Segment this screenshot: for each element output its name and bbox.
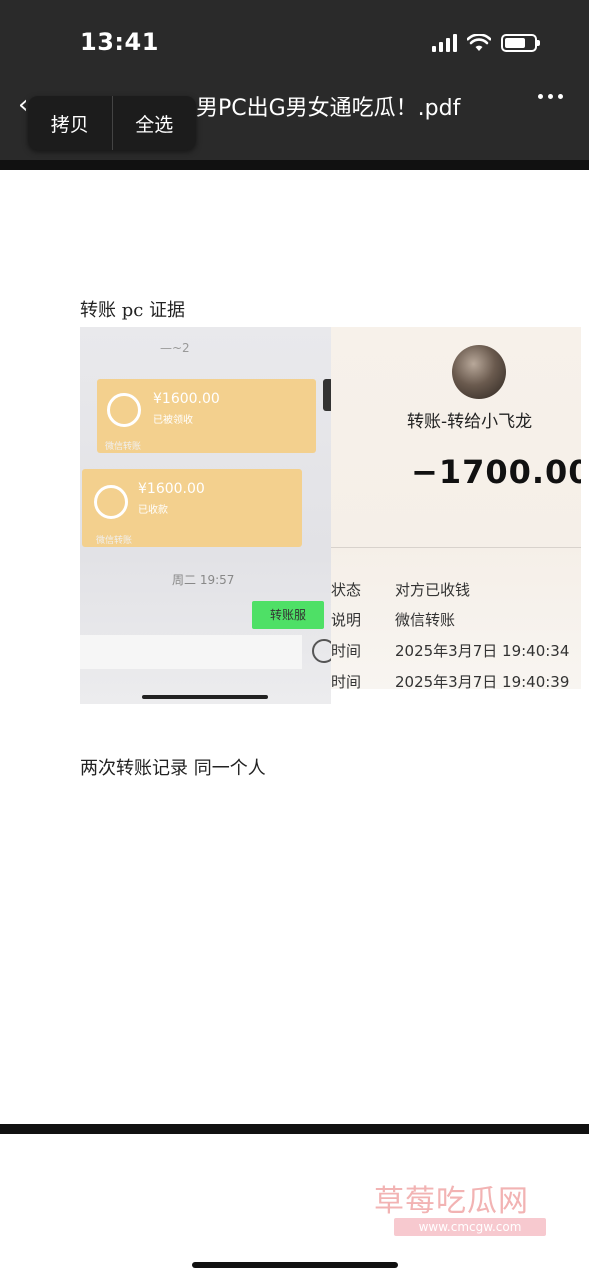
evidence-photo-right: 转账-转给小飞龙 −1700.00 状态 对方已收钱 说明 微信转账 时间 20… — [331, 327, 581, 689]
detail-divider — [331, 547, 581, 548]
evidence-photo-left: —​~​2 ¥1600.00 已被领收 微信转账 ¥1600.00 已收款 微信… — [80, 327, 331, 704]
avatar — [452, 345, 506, 399]
page-bottom-border — [0, 1124, 589, 1134]
side-tab — [323, 379, 331, 411]
detail-value: 2025年3月7日 19:40:34 — [395, 642, 570, 660]
detail-value: 2025年3月7日 19:40:39 — [395, 673, 570, 689]
cellular-signal-icon — [432, 34, 457, 52]
check-circle-icon — [107, 393, 141, 427]
detail-key: 状态 — [331, 581, 362, 599]
caption-bottom: 两次转账记录 同一个人 — [80, 758, 266, 779]
status-time: 13:41 — [80, 28, 159, 56]
chat-timestamp: 周二 19:57 — [172, 573, 235, 587]
home-indicator[interactable] — [192, 1262, 398, 1268]
check-circle-icon — [94, 485, 128, 519]
copy-button[interactable]: 拷贝 — [28, 110, 112, 137]
battery-icon — [501, 34, 540, 52]
photo-home-indicator — [142, 695, 268, 699]
card1-footer: 微信转账 — [105, 442, 142, 452]
green-message-bubble: 转账服 — [252, 601, 324, 629]
top-bar: 13:41 ‹ 男PC出G男女通吃瓜！.pdf 拷贝 全选 — [0, 0, 589, 160]
transfer-card-2: ¥1600.00 已收款 微信转账 — [82, 469, 302, 547]
status-icons — [432, 34, 540, 52]
emoji-icon — [312, 639, 331, 663]
watermark-url: www.cmcgw.com — [394, 1218, 546, 1236]
chat-input-bar — [80, 635, 302, 669]
wifi-icon — [467, 34, 491, 51]
watermark-title: 草莓吃瓜网 — [374, 1184, 529, 1219]
detail-value: 对方已收钱 — [395, 581, 471, 599]
chevron-left-icon[interactable]: ‹ — [18, 90, 28, 120]
document-title: 男PC出G男女通吃瓜！.pdf — [196, 96, 461, 121]
detail-value: 微信转账 — [395, 611, 456, 629]
more-dots-icon[interactable] — [538, 94, 563, 99]
card2-amount: ¥1600.00 — [138, 481, 205, 497]
page-top-border — [0, 160, 589, 170]
detail-key: 说明 — [331, 611, 362, 629]
card2-footer: 微信转账 — [96, 536, 133, 546]
transfer-recipient: 转账-转给小飞龙 — [407, 412, 533, 432]
text-context-menu: 拷贝 全选 — [28, 96, 196, 150]
transfer-amount: −1700.00 — [411, 453, 581, 491]
detail-key: 时间 — [331, 673, 362, 689]
card2-status: 已收款 — [138, 505, 168, 516]
detail-key: 时间 — [331, 642, 362, 660]
caption-top: 转账 pc 证据 — [80, 300, 186, 321]
card1-amount: ¥1600.00 — [153, 391, 220, 407]
transfer-card-1: ¥1600.00 已被领收 微信转账 — [97, 379, 316, 453]
card1-status: 已被领收 — [153, 415, 193, 426]
select-all-button[interactable]: 全选 — [113, 110, 197, 137]
blurred-logo: —​~​2 — [160, 341, 190, 355]
